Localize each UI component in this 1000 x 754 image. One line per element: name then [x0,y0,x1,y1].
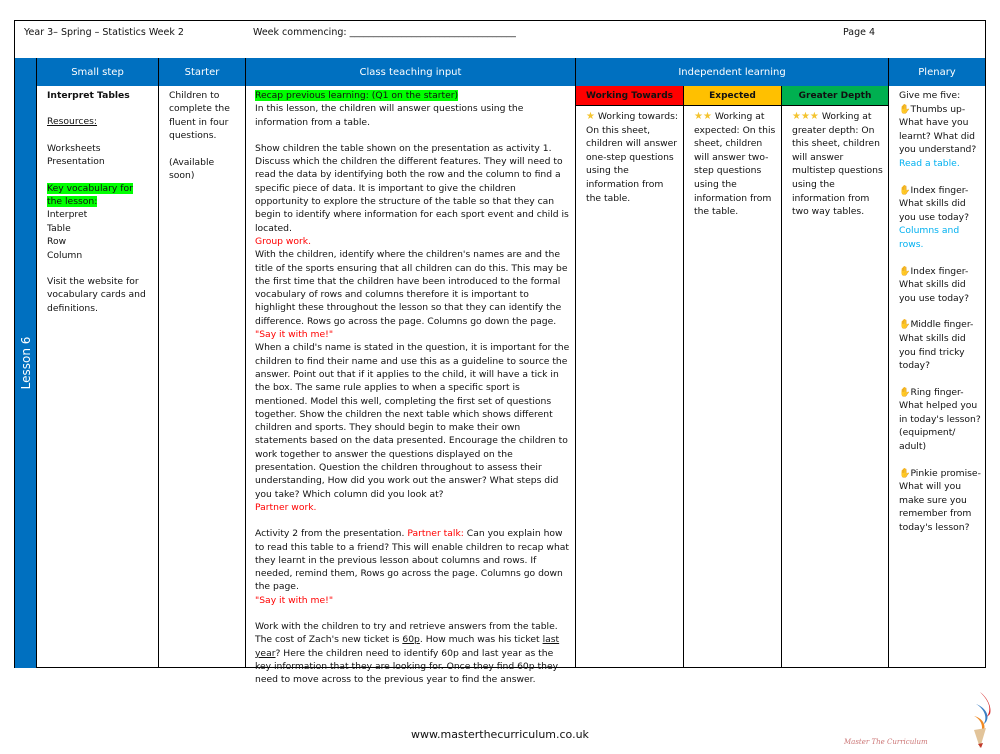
star-icon: ★★★ [792,111,819,122]
expected-cell: ★★ Working at expected: On this sheet, c… [684,106,782,668]
greater-depth-cell: ★★★ Working at greater depth: On this sh… [782,106,889,668]
resource-item: Worksheets [47,142,101,154]
working-towards-cell: ★ Working towards: On this sheet, childr… [576,106,684,668]
vocab-item: Column [47,249,83,261]
plenary-item: ✋Index finger- What skills did you use t… [899,265,969,304]
say-it-label: "Say it with me!" [255,594,334,606]
logo-text: Master The Curriculum [844,738,928,746]
lesson-sidebar: Lesson 6 [15,58,37,668]
teaching-paragraph: Activity 2 from the presentation. Partne… [255,528,569,593]
greater-depth-text: Working at greater depth: On this sheet,… [792,111,883,218]
hand-icon: ✋ [899,319,911,331]
hand-icon: ✋ [899,103,911,115]
vocab-label: Key vocabulary for [47,182,133,194]
hand-icon: ✋ [899,184,911,196]
small-step-title: Interpret Tables [47,90,130,101]
hand-icon: ✋ [899,386,911,398]
group-work-label: Group work. [255,235,312,247]
hand-icon: ✋ [899,265,911,277]
starter-cell: Children to complete the fluent in four … [159,86,246,668]
plenary-answer: Columns and rows. [899,225,960,250]
week-commencing: Week commencing: _______________________… [253,27,516,38]
level-working-towards: Working Towards [576,86,684,106]
header-teaching: Class teaching input [246,58,576,86]
plenary-intro: Give me five: [899,90,961,101]
recap-label: Recap previous learning: (Q1 on the star… [255,90,459,101]
level-expected: Expected [684,86,782,106]
plenary-cell: Give me five: ✋Thumbs up- What have you … [889,86,985,668]
partner-talk-label: Partner talk: [407,528,464,540]
plenary-item: ✋Pinkie promise- What will you make sure… [899,467,981,534]
header-small-step: Small step [37,58,159,86]
plenary-item: ✋Thumbs up- What have you learnt? What d… [899,103,977,156]
page-number: Page 4 [843,27,876,38]
teaching-cell: Recap previous learning: (Q1 on the star… [246,86,576,685]
vocab-label: the lesson: [47,196,98,208]
vocab-item: Interpret [47,209,88,221]
level-greater-depth: Greater Depth [782,86,889,106]
vocab-item: Row [47,236,67,248]
partner-work-label: Partner work. [255,501,317,513]
master-the-curriculum-logo: Master The Curriculum [840,690,1000,750]
lesson-label: Lesson 6 [18,336,33,390]
expected-text: Working at expected: On this sheet, chil… [694,111,776,218]
lesson-plan-sheet: Year 3– Spring – Statistics Week 2 Week … [14,20,986,685]
teaching-paragraph: With the children, identify where the ch… [255,249,568,327]
working-towards-text: Working towards: On this sheet, children… [586,111,678,204]
resources-label: Resources: [47,116,98,128]
resource-item: Presentation [47,156,105,168]
website-note: Visit the website for vocabulary cards a… [47,276,146,314]
footer-url[interactable]: www.masterthecurriculum.co.uk [411,728,589,741]
teaching-paragraph: Work with the children to try and retrie… [255,620,560,686]
teaching-paragraph: Show children the table shown on the pre… [255,142,569,234]
doc-title: Year 3– Spring – Statistics Week 2 [24,27,184,38]
vocab-item: Table [47,222,71,234]
plenary-answer: Read a table. [899,157,960,169]
header-starter: Starter [159,58,246,86]
say-it-label: "Say it with me!" [255,329,334,341]
plenary-item: ✋Index finger- What skills did you use t… [899,184,969,223]
header-bar: Year 3– Spring – Statistics Week 2 Week … [15,21,985,59]
teaching-paragraph: In this lesson, the children will answer… [255,103,524,128]
plenary-item: ✋Middle finger- What skills did you find… [899,319,974,372]
teaching-paragraph: When a child's name is stated in the que… [255,342,570,500]
starter-note: (Available soon) [169,156,215,182]
star-icon: ★ [586,111,595,122]
hand-icon: ✋ [899,467,911,479]
plenary-item: ✋Ring finger- What helped you in today's… [899,386,981,453]
small-step-cell: Interpret Tables Resources: Worksheets P… [37,86,159,668]
header-independent: Independent learning [576,58,889,86]
starter-text: Children to complete the fluent in four … [169,90,230,142]
header-plenary: Plenary [889,58,985,86]
star-icon: ★★ [694,111,712,122]
